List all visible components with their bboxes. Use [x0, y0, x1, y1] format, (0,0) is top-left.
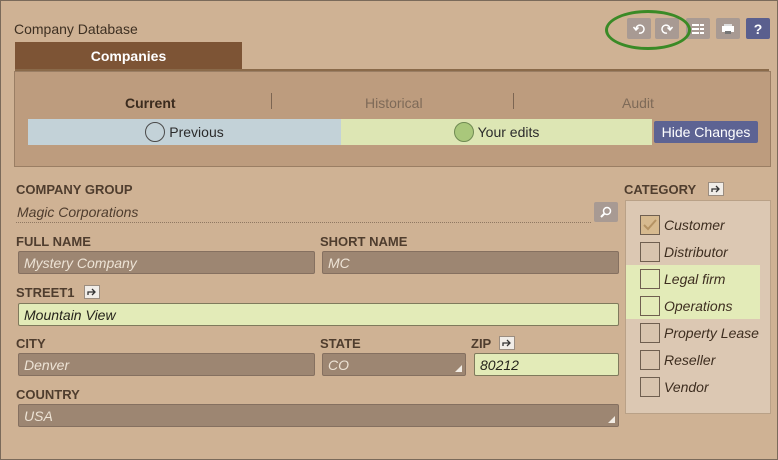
country-value: USA — [24, 407, 53, 424]
category-item-operations[interactable]: Operations — [626, 292, 760, 319]
previous-label: Previous — [169, 124, 224, 140]
edits-circle-icon — [453, 122, 474, 142]
state-select[interactable]: CO — [322, 353, 466, 376]
subtab-divider — [513, 93, 514, 109]
app-title: Company Database — [14, 21, 138, 37]
checkmark-icon — [643, 218, 657, 230]
state-value: CO — [328, 356, 349, 373]
state-label: STATE — [320, 336, 361, 351]
revert-icon[interactable] — [708, 182, 724, 196]
printer-icon — [722, 23, 734, 34]
subtab-audit[interactable]: Audit — [622, 95, 654, 111]
checkbox[interactable] — [640, 295, 660, 316]
city-label: CITY — [16, 336, 46, 351]
changes-panel: Current Historical Audit Previous Your e… — [14, 71, 771, 167]
company-group-value[interactable]: Magic Corporations — [17, 204, 138, 220]
help-button[interactable]: ? — [746, 18, 770, 39]
street1-field[interactable]: Mountain View — [18, 303, 619, 326]
category-list: Customer Distributor Legal firm Operatio… — [625, 200, 771, 414]
category-item-label: Operations — [664, 297, 733, 314]
zip-label: ZIP — [471, 336, 492, 351]
category-item-vendor[interactable]: Vendor — [626, 373, 709, 400]
checkbox[interactable] — [640, 268, 660, 289]
category-item-legal-firm[interactable]: Legal firm — [626, 265, 760, 292]
subtab-historical[interactable]: Historical — [365, 95, 423, 111]
short-name-label: SHORT NAME — [320, 234, 408, 249]
previous-circle-icon — [145, 122, 166, 142]
company-group-search-button[interactable] — [594, 202, 618, 222]
list-icon — [692, 23, 704, 34]
country-select[interactable]: USA — [18, 404, 619, 427]
highlight-ellipse — [605, 10, 691, 50]
app-window: Company Database ? Companies Current His… — [0, 0, 778, 460]
checkbox[interactable] — [640, 349, 660, 370]
checkbox[interactable] — [640, 241, 660, 262]
edits-legend: Your edits — [341, 119, 652, 145]
street1-label: STREET1 — [16, 285, 75, 300]
tab-companies[interactable]: Companies — [15, 42, 242, 70]
dropdown-corner-icon — [608, 416, 615, 423]
full-name-field[interactable]: Mystery Company — [18, 251, 315, 274]
subtab-current[interactable]: Current — [125, 95, 176, 111]
category-item-label: Legal firm — [664, 270, 726, 287]
short-name-field[interactable]: MC — [322, 251, 619, 274]
category-item-distributor[interactable]: Distributor — [626, 238, 728, 265]
checkbox[interactable] — [640, 376, 660, 397]
checkbox-checked[interactable] — [640, 214, 660, 235]
category-item-property-lease[interactable]: Property Lease — [626, 319, 759, 346]
city-field[interactable]: Denver — [18, 353, 315, 376]
previous-legend: Previous — [28, 119, 341, 145]
print-button[interactable] — [716, 18, 740, 39]
full-name-label: FULL NAME — [16, 234, 91, 249]
category-label: CATEGORY — [624, 182, 697, 197]
country-label: COUNTRY — [16, 387, 80, 402]
category-item-label: Distributor — [664, 243, 728, 260]
company-group-label: COMPANY GROUP — [16, 182, 133, 197]
revert-icon[interactable] — [499, 336, 515, 350]
checkbox[interactable] — [640, 322, 660, 343]
subtab-divider — [271, 93, 272, 109]
category-item-reseller[interactable]: Reseller — [626, 346, 715, 373]
category-item-label: Customer — [664, 216, 725, 233]
zip-field[interactable]: 80212 — [474, 353, 619, 376]
category-item-customer[interactable]: Customer — [626, 211, 725, 238]
category-item-label: Reseller — [664, 351, 716, 368]
hide-changes-button[interactable]: Hide Changes — [654, 121, 758, 143]
search-icon — [600, 206, 612, 218]
category-item-label: Property Lease — [664, 324, 759, 341]
edits-label: Your edits — [477, 124, 540, 140]
revert-icon[interactable] — [84, 285, 100, 299]
dropdown-corner-icon — [455, 365, 462, 372]
company-group-underline — [16, 222, 591, 223]
category-item-label: Vendor — [664, 378, 709, 395]
